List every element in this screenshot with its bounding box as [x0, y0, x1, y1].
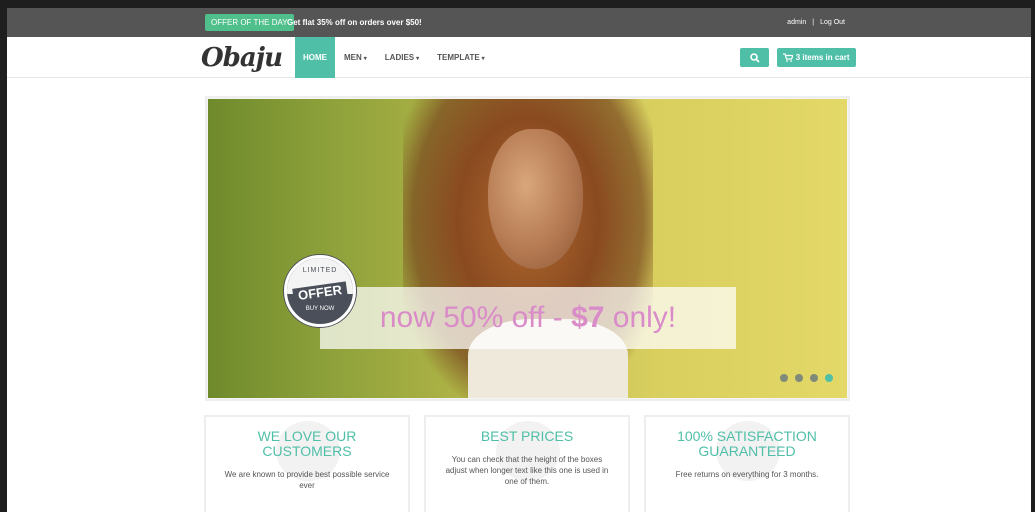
nav-item-label: LADIES: [384, 53, 415, 62]
search-button[interactable]: [740, 48, 769, 67]
feature-title: BEST PRICES: [480, 428, 574, 444]
nav-item-label: HOME: [303, 53, 327, 62]
nav-item-home[interactable]: HOME: [295, 37, 335, 78]
model-face-shape: [488, 129, 583, 269]
feature-box-satisfaction: 100% SATISFACTION GUARANTEED Free return…: [644, 415, 850, 512]
seal-limited-text: LIMITED: [302, 267, 338, 274]
nav-item-label: TEMPLATE: [437, 53, 480, 62]
cart-button[interactable]: 3 items in cart: [777, 48, 856, 67]
caption-suffix: only!: [604, 301, 677, 334]
slider-dot-3[interactable]: [810, 374, 818, 382]
main-navbar: Obaju HOME MEN ▾ LADIES ▾ TEMPLATE ▾ 3 item…: [7, 37, 1031, 78]
cart-label: 3 items in cart: [795, 53, 850, 62]
cart-icon: [783, 53, 795, 63]
caption-price: $7: [571, 301, 605, 334]
caret-down-icon: ▾: [481, 56, 485, 62]
feature-title: 100% SATISFACTION GUARANTEED: [677, 428, 817, 459]
search-icon: [749, 53, 760, 63]
caption-prefix: now 50% off -: [379, 301, 572, 334]
offer-caption: now 50% off - $7 only!: [320, 287, 736, 349]
limited-offer-seal: LIMITED OFFER BUY NOW: [284, 255, 356, 327]
feature-box-prices: BEST PRICES You can check that the heigh…: [424, 415, 630, 512]
nav-menu: HOME MEN ▾ LADIES ▾ TEMPLATE ▾: [295, 37, 494, 78]
account-user-link[interactable]: admin: [787, 19, 806, 26]
nav-item-template[interactable]: TEMPLATE ▾: [428, 37, 494, 78]
nav-item-ladies[interactable]: LADIES ▾: [376, 37, 428, 78]
account-links: admin | Log Out: [784, 14, 848, 31]
caret-down-icon: ▾: [416, 56, 420, 62]
brand-logo[interactable]: Obaju: [201, 43, 283, 73]
slider-dot-4[interactable]: [825, 374, 833, 382]
feature-text: Free returns on everything for 3 months.: [675, 470, 819, 479]
hero-slide-image: now 50% off - $7 only! LIMITED OFFER BUY…: [208, 99, 847, 398]
slider-dot-1[interactable]: [780, 374, 788, 382]
feature-box-customers: WE LOVE OUR CUSTOMERS We are known to pr…: [204, 415, 410, 512]
slider-dot-2[interactable]: [795, 374, 803, 382]
caret-down-icon: ▾: [363, 56, 367, 62]
slider-pagination: [780, 374, 833, 382]
feature-text: We are known to provide best possible se…: [224, 470, 390, 490]
offer-of-the-day-badge[interactable]: OFFER OF THE DAY: [205, 14, 294, 31]
seal-buy-text: BUY NOW: [305, 306, 335, 312]
top-offer-bar: OFFER OF THE DAY Get flat 35% off on ord…: [7, 8, 1031, 37]
page-frame: OFFER OF THE DAY Get flat 35% off on ord…: [7, 8, 1031, 512]
offer-text: Get flat 35% off on orders over $50!: [287, 18, 422, 27]
feature-text: You can check that the height of the box…: [445, 455, 609, 486]
feature-title: WE LOVE OUR CUSTOMERS: [257, 428, 357, 459]
offer-caption-box: now 50% off - $7 only!: [320, 287, 736, 349]
nav-item-label: MEN: [344, 53, 362, 62]
logout-link[interactable]: Log Out: [820, 19, 845, 26]
nav-item-men[interactable]: MEN ▾: [335, 37, 376, 78]
account-separator: |: [812, 19, 815, 26]
hero-slider[interactable]: now 50% off - $7 only! LIMITED OFFER BUY…: [205, 96, 850, 401]
